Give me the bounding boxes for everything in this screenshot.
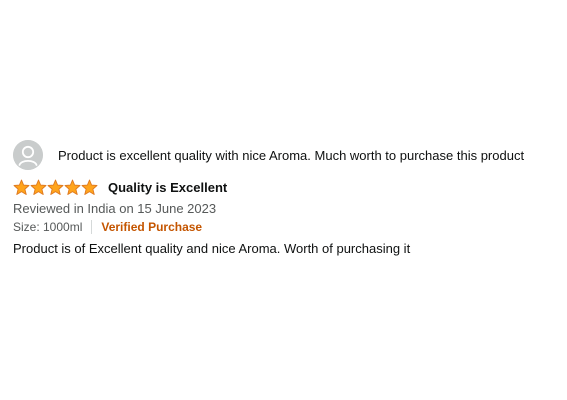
review-date: Reviewed in India on 15 June 2023: [13, 201, 217, 216]
avatar: [13, 140, 43, 170]
verified-purchase-badge: Verified Purchase: [101, 220, 203, 234]
meta-divider: [91, 220, 93, 234]
reviewer-name[interactable]: Product is excellent quality with nice A…: [58, 148, 524, 163]
star-icon: [81, 179, 98, 195]
star-rating[interactable]: [13, 179, 98, 196]
customer-review: Product is excellent quality with nice A…: [13, 140, 563, 256]
review-profile[interactable]: Product is excellent quality with nice A…: [13, 140, 563, 170]
review-title[interactable]: Quality is Excellent: [108, 180, 227, 195]
star-icon: [64, 179, 81, 195]
variant-size: Size: 1000ml: [13, 220, 83, 234]
default-user-icon: [13, 140, 43, 170]
star-icon: [13, 179, 30, 195]
review-rating-row: Quality is Excellent: [13, 178, 563, 197]
star-icon: [47, 179, 64, 195]
review-page: Product is excellent quality with nice A…: [0, 0, 567, 400]
review-body: Product is of Excellent quality and nice…: [13, 241, 411, 256]
star-icon: [30, 179, 47, 195]
review-meta: Size: 1000ml Verified Purchase: [13, 220, 563, 234]
